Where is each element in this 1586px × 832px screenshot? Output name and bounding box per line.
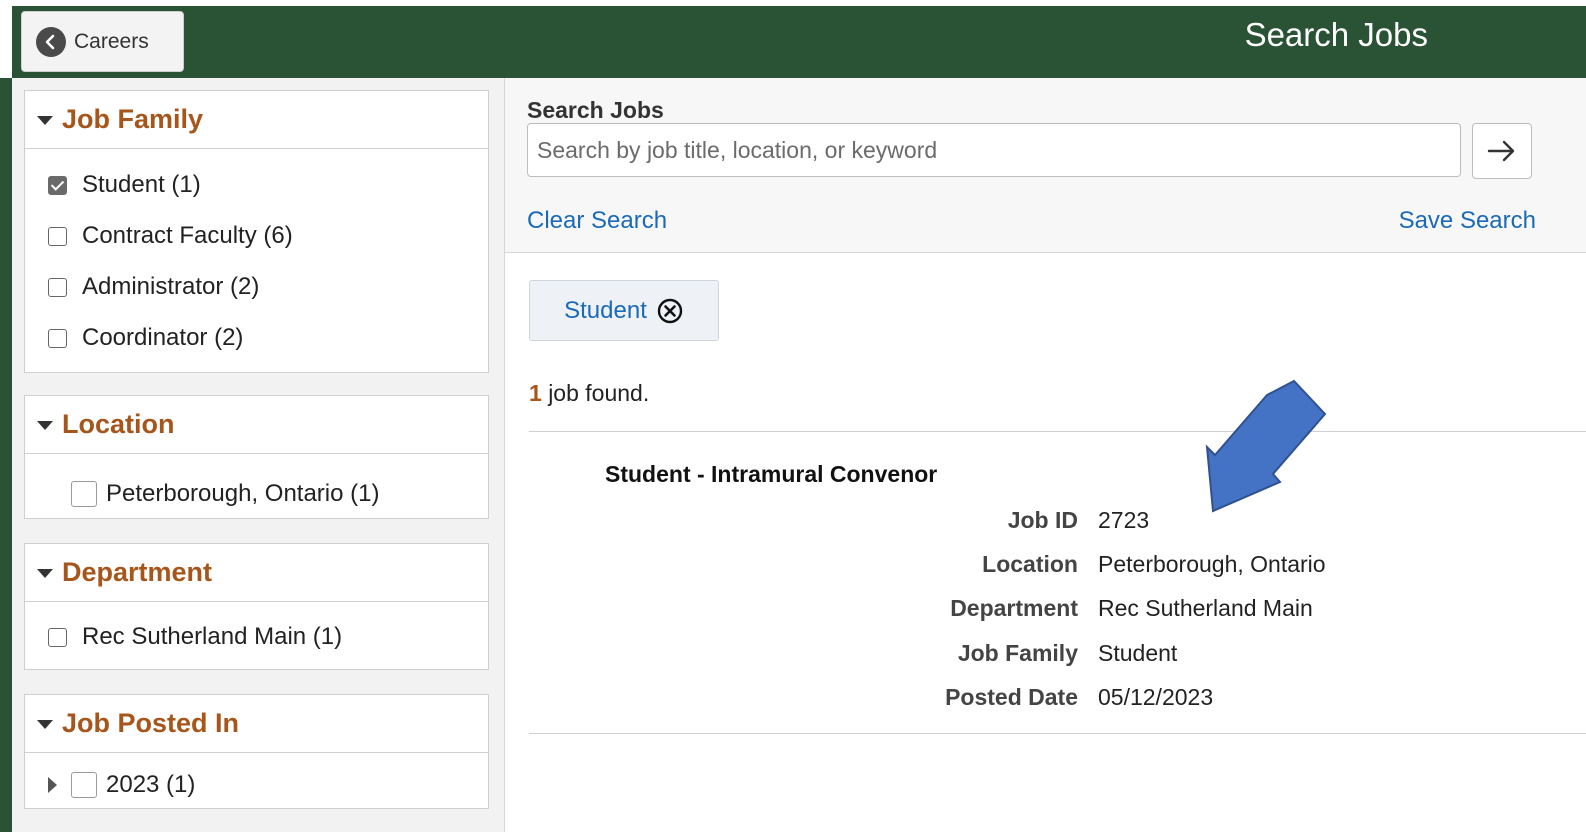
checkbox[interactable]	[48, 328, 67, 348]
filter-option-administrator[interactable]: Administrator (2)	[48, 273, 259, 301]
job-title-link[interactable]: Student - Intramural Convenor	[605, 461, 937, 488]
field-value: Rec Sutherland Main	[1098, 595, 1313, 621]
filter-option-coordinator[interactable]: Coordinator (2)	[48, 324, 243, 352]
department-title: Department	[62, 557, 213, 587]
job-family-header[interactable]: Job Family	[25, 91, 488, 149]
page: Careers Search Jobs Job Family Student (…	[0, 0, 1586, 832]
expand-triangle-icon[interactable]	[48, 777, 57, 793]
careers-back-label: Careers	[74, 29, 149, 53]
left-rail	[0, 78, 12, 832]
location-header[interactable]: Location	[25, 396, 488, 454]
main-content: Search Jobs Clear Search Save Search Stu…	[505, 78, 1586, 832]
job-field-department: Department Rec Sutherland Main	[805, 595, 1505, 622]
blue-pointer-arrow-icon	[1205, 379, 1327, 513]
search-area: Search Jobs Clear Search Save Search	[505, 78, 1586, 253]
field-value: Student	[1098, 640, 1178, 666]
result-count-number: 1	[529, 380, 542, 406]
result-count-suffix: job found.	[548, 380, 650, 406]
location-panel: Location Peterborough, Ontario (1)	[24, 395, 489, 519]
careers-back-button[interactable]: Careers	[21, 11, 184, 72]
filter-option-label: Peterborough, Ontario (1)	[106, 480, 380, 507]
location-title: Location	[62, 409, 175, 439]
filter-option-peterborough[interactable]: Peterborough, Ontario (1)	[71, 480, 379, 508]
field-label: Job Family	[957, 640, 1078, 666]
chevron-left-icon	[36, 26, 66, 57]
filter-option-student[interactable]: Student (1)	[48, 171, 201, 199]
search-label: Search Jobs	[527, 97, 664, 123]
search-input[interactable]	[527, 123, 1461, 177]
field-value: 2723	[1098, 507, 1150, 533]
filter-option-label: 2023 (1)	[106, 771, 196, 798]
job-field-job-family: Job Family Student	[805, 640, 1505, 667]
field-label: Department	[950, 595, 1078, 621]
filter-option-label: Rec Sutherland Main (1)	[82, 623, 343, 650]
chip-label: Student	[564, 296, 647, 324]
divider	[529, 431, 1586, 432]
divider	[529, 733, 1586, 734]
checkbox[interactable]	[48, 277, 67, 297]
remove-circle-icon[interactable]	[656, 297, 684, 325]
page-title: Search Jobs	[1244, 16, 1428, 53]
job-posted-in-title: Job Posted In	[62, 708, 240, 738]
field-label: Job ID	[1007, 507, 1078, 533]
job-posted-in-header[interactable]: Job Posted In	[25, 695, 488, 753]
filter-sidebar: Job Family Student (1) Contract Faculty …	[12, 78, 505, 832]
job-field-location: Location Peterborough, Ontario	[805, 551, 1505, 578]
department-header[interactable]: Department	[25, 544, 488, 602]
checkbox[interactable]	[48, 627, 67, 647]
clear-search-link[interactable]: Clear Search	[527, 207, 667, 235]
filter-option-label: Administrator (2)	[82, 273, 260, 300]
active-filter-chip[interactable]: Student	[529, 280, 719, 341]
checkbox[interactable]	[48, 226, 67, 246]
job-field-job-id: Job ID 2723	[805, 507, 1505, 534]
job-field-posted-date: Posted Date 05/12/2023	[805, 684, 1505, 711]
filter-option-label: Student (1)	[82, 171, 201, 198]
filter-option-label: Contract Faculty (6)	[82, 222, 293, 249]
field-label: Location	[982, 551, 1078, 577]
filter-option-label: Coordinator (2)	[82, 324, 244, 351]
result-count: 1 job found.	[529, 380, 649, 407]
field-label: Posted Date	[945, 684, 1078, 710]
filter-option-2023[interactable]: 2023 (1)	[48, 771, 195, 799]
field-value: Peterborough, Ontario	[1098, 551, 1326, 577]
filter-option-rec-sutherland-main[interactable]: Rec Sutherland Main (1)	[48, 623, 342, 651]
job-family-title: Job Family	[62, 104, 204, 134]
caret-down-icon	[37, 569, 53, 578]
caret-down-icon	[37, 116, 53, 125]
header-bar: Careers Search Jobs	[0, 0, 1586, 78]
field-value: 05/12/2023	[1098, 684, 1214, 710]
caret-down-icon	[37, 421, 53, 430]
checkbox[interactable]	[71, 772, 97, 798]
checkbox-checked[interactable]	[48, 175, 67, 195]
job-posted-in-panel: Job Posted In 2023 (1)	[24, 694, 489, 809]
department-panel: Department Rec Sutherland Main (1)	[24, 543, 489, 670]
search-go-button[interactable]	[1472, 123, 1532, 179]
checkbox[interactable]	[71, 481, 97, 507]
save-search-link[interactable]: Save Search	[1399, 207, 1536, 235]
caret-down-icon	[37, 720, 53, 729]
filter-option-contract-faculty[interactable]: Contract Faculty (6)	[48, 222, 293, 250]
job-family-panel: Job Family Student (1) Contract Faculty …	[24, 90, 489, 373]
arrow-right-icon	[1487, 140, 1515, 162]
